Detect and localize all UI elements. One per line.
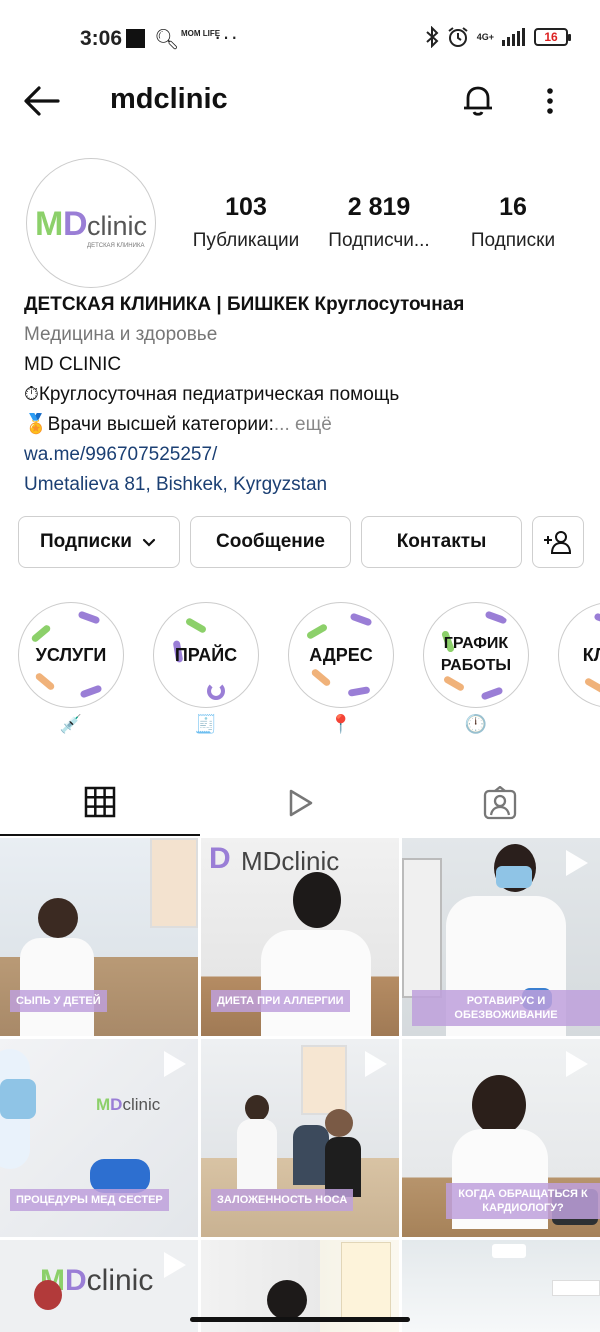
posts-stat[interactable]: 103 Публикации	[180, 193, 312, 252]
svg-text:clinic: clinic	[87, 211, 147, 241]
back-arrow-icon[interactable]	[22, 84, 62, 118]
status-time: 3:06	[80, 27, 123, 50]
receipt-icon: 🧾	[194, 714, 218, 734]
post-tile[interactable]	[402, 1240, 600, 1332]
bio-address-link[interactable]: Umetalieva 81, Bishkek, Kyrgyzstan	[24, 470, 584, 500]
profile-full-name: ДЕТСКАЯ КЛИНИКА | БИШКЕК Круглосуточная	[24, 294, 465, 315]
profile-username: mdclinic	[110, 83, 228, 115]
more-notifications-icon: ···	[214, 24, 239, 49]
network-type-label: 4G+	[476, 32, 494, 42]
posts-count: 103	[225, 193, 267, 221]
posts-label: Публикации	[192, 230, 300, 251]
profile-category: Медицина и здоровье	[24, 324, 218, 345]
play-icon	[289, 789, 313, 817]
highlight-schedule[interactable]: ГРАФИК РАБОТЫ 🕛	[423, 602, 529, 738]
home-indicator[interactable]	[190, 1317, 410, 1322]
highlight-address[interactable]: АДРЕС 📍	[288, 602, 394, 738]
post-tile[interactable]: D MDclinic ДИЕТА ПРИ АЛЛЕРГИИ	[201, 838, 399, 1036]
bluetooth-icon	[426, 26, 439, 48]
profile-stats: 103 Публикации 2 819 Подписчи... 16 Подп…	[180, 193, 580, 252]
following-stat[interactable]: 16 Подписки	[446, 193, 580, 252]
video-indicator-icon	[566, 1051, 588, 1077]
post-watermark: MDclinic	[241, 846, 340, 876]
post-tile[interactable]: MDclinic ПРОЦЕДУРЫ МЕД СЕСТЕР	[0, 1039, 198, 1237]
following-button-label: Подписки	[40, 531, 132, 552]
status-bar: 3:06 🔍︎ MOM LIFE ··· 4G+ 16	[0, 0, 600, 78]
followers-label: Подписчи...	[328, 230, 430, 251]
following-count: 16	[499, 193, 527, 221]
highlight-price[interactable]: ПРАЙС 🧾	[153, 602, 259, 738]
tagged-person-icon	[483, 786, 517, 820]
tab-tagged[interactable]	[400, 770, 600, 836]
profile-actions: Подписки Сообщение Контакты	[18, 516, 584, 568]
mdclinic-logo: M D clinic ДЕТСКАЯ КЛИНИКА	[35, 205, 147, 249]
profile-avatar[interactable]: M D clinic ДЕТСКАЯ КЛИНИКА	[26, 158, 156, 288]
more-options-icon[interactable]	[540, 84, 560, 118]
post-tile[interactable]: СЫПЬ У ДЕТЕЙ	[0, 838, 198, 1036]
profile-bio: ДЕТСКАЯ КЛИНИКА | БИШКЕК Круглосуточная …	[24, 290, 584, 500]
contacts-button-label: Контакты	[396, 531, 487, 552]
battery-level: 16	[544, 30, 558, 44]
bell-icon[interactable]	[460, 82, 496, 118]
add-person-icon	[544, 531, 572, 554]
search-notification-icon: 🔍︎	[154, 29, 180, 51]
following-dropdown-button[interactable]: Подписки	[18, 516, 180, 568]
video-indicator-icon	[164, 1051, 186, 1077]
post-tile[interactable]: РОТАВИРУС И ОБЕЗВОЖИВАНИЕ	[402, 838, 600, 1036]
svg-text:ДЕТСКАЯ КЛИНИКА: ДЕТСКАЯ КЛИНИКА	[87, 243, 144, 249]
battery-icon: 16	[534, 28, 571, 46]
profile-tabs	[0, 770, 600, 836]
notification-square-icon	[126, 29, 145, 48]
signal-icon	[502, 28, 525, 46]
tab-posts-grid[interactable]	[0, 770, 200, 836]
clock-icon: 🕛	[464, 714, 488, 734]
bio-more-link[interactable]: ... ещё	[274, 414, 332, 435]
alarm-icon	[448, 27, 468, 47]
bio-line-2: ⏱Круглосуточная педиатрическая помощь	[24, 384, 400, 405]
followers-stat[interactable]: 2 819 Подписчи...	[312, 193, 446, 252]
suggested-users-button[interactable]	[532, 516, 584, 568]
highlight-price-label: ПРАЙС	[174, 645, 238, 665]
bio-line-3: 🏅Врачи высшей категории:	[24, 414, 274, 435]
message-button-label: Сообщение	[216, 531, 325, 552]
post-tile[interactable]: ЗАЛОЖЕННОСТЬ НОСА	[201, 1039, 399, 1237]
video-indicator-icon	[365, 1051, 387, 1077]
video-indicator-icon	[164, 1252, 186, 1278]
post-tile[interactable]: КОГДА ОБРАЩАТЬСЯ К КАРДИОЛОГУ?	[402, 1039, 600, 1237]
post-label: ДИЕТА ПРИ АЛЛЕРГИИ	[211, 990, 350, 1012]
post-label: СЫПЬ У ДЕТЕЙ	[10, 990, 107, 1012]
post-label: ПРОЦЕДУРЫ МЕД СЕСТЕР	[10, 1189, 169, 1211]
highlight-clinic-label: КЛИ	[582, 645, 600, 665]
highlight-clinic[interactable]: КЛИ	[558, 602, 600, 738]
bio-website-link[interactable]: wa.me/996707525257/	[24, 440, 584, 470]
highlight-services-label: УСЛУГИ	[35, 645, 107, 665]
post-label: РОТАВИРУС И ОБЕЗВОЖИВАНИЕ	[412, 990, 600, 1026]
contacts-button[interactable]: Контакты	[361, 516, 522, 568]
post-label: КОГДА ОБРАЩАТЬСЯ К КАРДИОЛОГУ?	[446, 1183, 600, 1219]
message-button[interactable]: Сообщение	[190, 516, 351, 568]
pin-icon: 📍	[329, 714, 353, 734]
followers-count: 2 819	[347, 193, 411, 221]
tab-reels[interactable]	[200, 770, 400, 836]
highlight-services[interactable]: УСЛУГИ 💉	[18, 602, 124, 738]
bio-line-1: MD CLINIC	[24, 354, 122, 375]
post-tile[interactable]: MDclinic	[0, 1240, 198, 1332]
svg-text:M: M	[35, 205, 63, 243]
svg-text:D: D	[63, 205, 88, 243]
post-label: ЗАЛОЖЕННОСТЬ НОСА	[211, 1189, 354, 1211]
following-label: Подписки	[470, 230, 556, 251]
bio-line-3-row: 🏅Врачи высшей категории:... ещё	[24, 410, 584, 440]
highlight-schedule-label: ГРАФИК РАБОТЫ	[440, 635, 512, 674]
posts-grid: СЫПЬ У ДЕТЕЙ D MDclinic ДИЕТА ПРИ АЛЛЕРГ…	[0, 838, 600, 1332]
syringe-icon: 💉	[59, 714, 83, 734]
grid-icon	[84, 786, 116, 818]
video-indicator-icon	[566, 850, 588, 876]
profile-header: mdclinic	[0, 78, 600, 124]
chevron-down-icon	[142, 538, 156, 547]
story-highlights: УСЛУГИ 💉 ПРАЙС 🧾 АДРЕС 📍 ГРАФИК РАБОТЫ 🕛…	[0, 602, 600, 742]
highlight-address-label: АДРЕС	[309, 645, 373, 665]
